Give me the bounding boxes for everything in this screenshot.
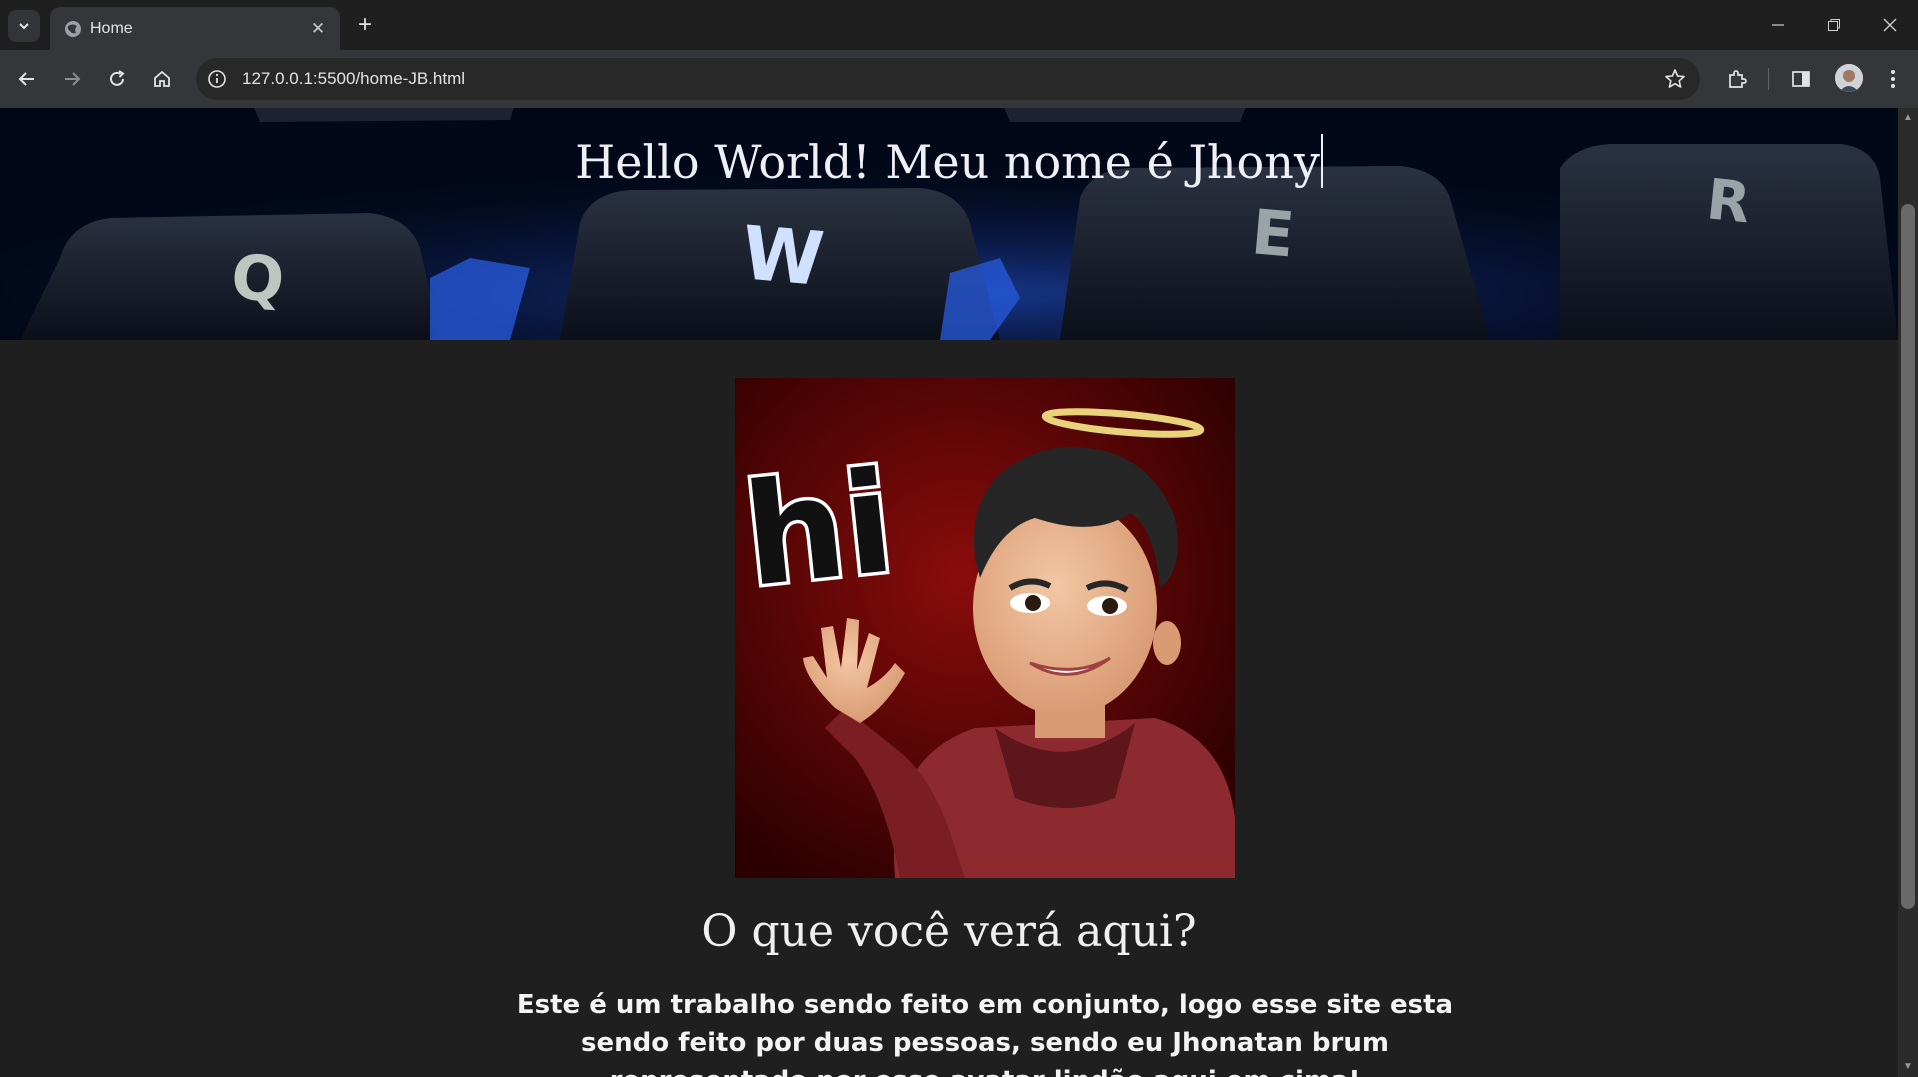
new-tab-button[interactable]: +: [352, 12, 378, 38]
forward-button[interactable]: [56, 63, 88, 95]
scroll-down-arrow-icon[interactable]: ▼: [1902, 1061, 1914, 1073]
avatar-image: hi: [735, 378, 1235, 878]
page-viewport: Q W E R Hello World! Meu nome é Jhony hi: [0, 108, 1898, 1077]
minimize-button[interactable]: [1758, 10, 1798, 40]
home-icon: [154, 70, 170, 87]
menu-button[interactable]: [1878, 64, 1908, 94]
profile-picture-icon: [1835, 64, 1863, 92]
hi-sticker-text: hi: [737, 441, 901, 619]
section-title: O que você verá aqui?: [701, 906, 1197, 957]
close-window-button[interactable]: [1870, 10, 1910, 40]
page-scrollbar[interactable]: ▲ ▼: [1898, 108, 1918, 1077]
browser-toolbar: 127.0.0.1:5500/home-JB.html: [0, 50, 1918, 108]
side-panel-icon: [1792, 71, 1810, 87]
hero-title: Hello World! Meu nome é Jhony: [0, 134, 1898, 189]
profile-avatar[interactable]: [1835, 64, 1863, 92]
restore-icon: [1828, 19, 1840, 31]
more-vert-icon: [1891, 70, 1895, 88]
puzzle-icon: [1729, 70, 1747, 88]
toolbar-divider: [1768, 68, 1769, 90]
back-button[interactable]: [11, 63, 43, 95]
reload-icon: [110, 70, 125, 86]
arrow-left-icon: [18, 72, 34, 86]
hero-title-text: Hello World! Meu nome é Jhony: [575, 135, 1320, 189]
star-icon[interactable]: [1664, 68, 1686, 90]
tab-title: Home: [90, 20, 133, 37]
minimize-icon: [1772, 24, 1784, 26]
address-bar[interactable]: 127.0.0.1:5500/home-JB.html: [196, 58, 1700, 100]
tab-bar: Home ✕ +: [0, 0, 1918, 50]
hero-banner: Q W E R Hello World! Meu nome é Jhony: [0, 108, 1898, 340]
arrow-right-icon: [65, 72, 81, 86]
extensions-button[interactable]: [1722, 64, 1752, 94]
svg-text:W: W: [738, 210, 827, 303]
tab-home[interactable]: Home ✕: [50, 7, 340, 50]
home-button[interactable]: [146, 63, 178, 95]
text-cursor: [1320, 134, 1323, 188]
close-tab-icon[interactable]: ✕: [308, 19, 328, 39]
reload-button[interactable]: [101, 63, 133, 95]
svg-text:Q: Q: [229, 240, 287, 316]
side-panel-button[interactable]: [1786, 64, 1816, 94]
close-icon: [1883, 18, 1897, 32]
info-icon[interactable]: [206, 68, 228, 90]
globe-icon: [65, 21, 81, 37]
intro-paragraph: Este é um trabalho sendo feito em conjun…: [516, 990, 1454, 1077]
tab-search-button[interactable]: [8, 10, 40, 42]
svg-text:E: E: [1249, 195, 1298, 271]
restore-button[interactable]: [1814, 10, 1854, 40]
chevron-down-icon: [19, 23, 29, 30]
scroll-up-arrow-icon[interactable]: ▲: [1902, 112, 1914, 124]
scroll-thumb[interactable]: [1901, 204, 1915, 909]
url-text[interactable]: 127.0.0.1:5500/home-JB.html: [242, 69, 465, 89]
